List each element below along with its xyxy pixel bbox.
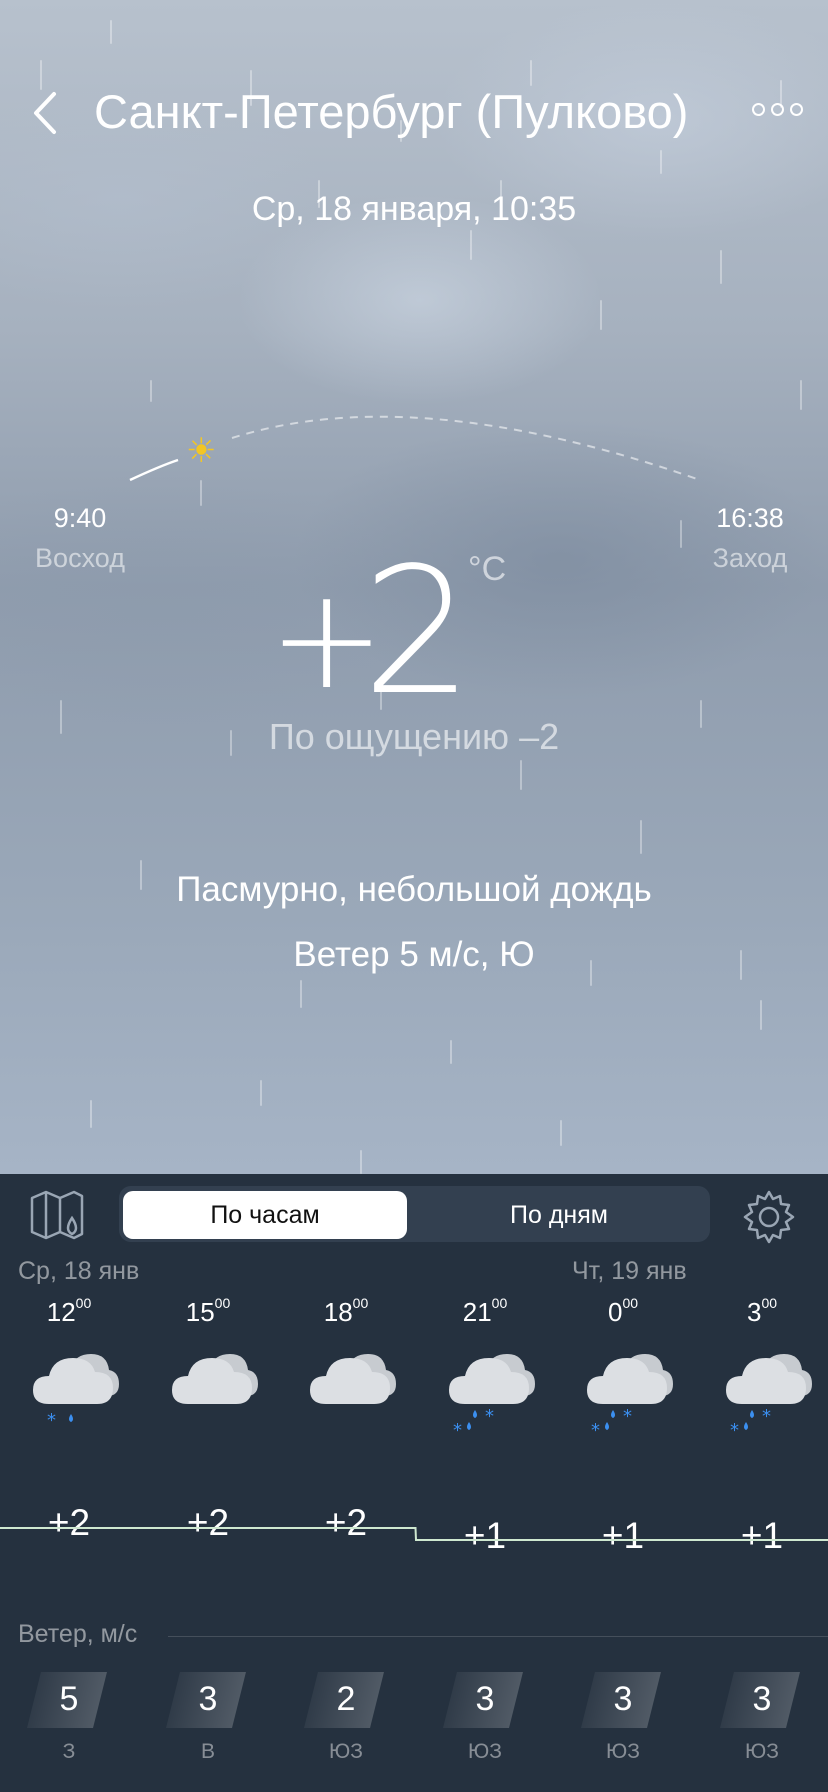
svg-text:*: * <box>623 1406 632 1427</box>
minute-value: 00 <box>352 1295 369 1311</box>
temperature-forecast: +2 <box>186 1502 230 1543</box>
wind-section-title: Ветер, м/с <box>18 1620 138 1648</box>
sunset-label: Заход <box>712 543 788 573</box>
wind-speed-cell: 3 <box>416 1672 554 1728</box>
wind-speed: 3 <box>752 1680 772 1718</box>
wind-speed-cell: 3 <box>554 1672 692 1728</box>
current-date: Ср, 18 января, 10:35 <box>251 190 577 228</box>
wind-direction: ЮЗ <box>468 1740 502 1763</box>
hour-label: 000 <box>554 1295 692 1328</box>
back-icon[interactable] <box>26 88 66 138</box>
minute-value: 00 <box>622 1295 639 1311</box>
minute-value: 00 <box>214 1295 231 1311</box>
cloud-sleet-icon: * * <box>693 1338 828 1438</box>
temperature-forecast: +1 <box>740 1515 784 1556</box>
sun-icon: ☀ <box>186 432 217 470</box>
sunset-time: 16:38 <box>716 503 784 533</box>
wind-direction: ЮЗ <box>745 1740 779 1763</box>
svg-text:*: * <box>762 1406 771 1427</box>
hour-label: 1800 <box>277 1295 415 1328</box>
gear-icon[interactable] <box>740 1188 798 1246</box>
temperature-forecast: +2 <box>47 1502 91 1543</box>
temperature-unit: °C <box>468 550 507 588</box>
wind-speed-cell: 2 <box>277 1672 415 1728</box>
wind-speed-cell: 3 <box>693 1672 828 1728</box>
map-icon[interactable] <box>28 1188 88 1244</box>
minute-value: 00 <box>75 1295 92 1311</box>
wind-speed-cell: 3 <box>139 1672 277 1728</box>
temperature-value: 2 <box>362 531 474 734</box>
wind-speed: 5 <box>59 1680 79 1718</box>
hour-value: 21 <box>462 1297 492 1327</box>
temperature-forecast: +2 <box>324 1502 368 1543</box>
cloud-icon <box>139 1338 277 1438</box>
hour-label: 2100 <box>416 1295 554 1328</box>
cloud-sleet-icon: * * <box>416 1338 554 1438</box>
svg-text:*: * <box>47 1410 56 1431</box>
wind-direction: В <box>200 1740 215 1763</box>
minute-value: 00 <box>761 1295 778 1311</box>
wind-speed: 3 <box>198 1680 218 1718</box>
hour-value: 18 <box>323 1297 353 1327</box>
divider <box>168 1636 828 1637</box>
current-wind: Ветер 5 м/с, Ю <box>293 935 535 974</box>
weather-condition: Пасмурно, небольшой дождь <box>176 870 652 909</box>
cloud-sleet-icon: * * <box>554 1338 692 1438</box>
wind-direction: ЮЗ <box>329 1740 363 1763</box>
cloud-rain-snow-icon: * <box>0 1338 138 1438</box>
wind-speed: 2 <box>336 1680 356 1718</box>
day-label-wed: Ср, 18 янв <box>18 1257 140 1285</box>
wind-speed-cell: 5 <box>0 1672 138 1728</box>
hour-value: 3 <box>746 1297 762 1327</box>
hour-label: 300 <box>693 1295 828 1328</box>
sunrise-label: Восход <box>35 543 125 573</box>
more-options-icon[interactable] <box>752 103 818 121</box>
location-title: Санкт-Петербург (Пулково) <box>94 85 689 138</box>
sunrise-time: 9:40 <box>53 503 107 533</box>
svg-text:*: * <box>485 1406 494 1427</box>
tab-hourly[interactable]: По часам <box>123 1191 407 1239</box>
svg-text:*: * <box>453 1420 462 1438</box>
tab-daily[interactable]: По дням <box>410 1191 708 1239</box>
svg-text:*: * <box>591 1420 600 1438</box>
hour-label: 1500 <box>139 1295 277 1328</box>
feels-like: По ощущению –2 <box>268 716 560 757</box>
minute-value: 00 <box>491 1295 508 1311</box>
temperature-forecast: +1 <box>463 1515 507 1556</box>
day-label-thu: Чт, 19 янв <box>572 1257 687 1285</box>
cloud-icon <box>277 1338 415 1438</box>
wind-direction: З <box>62 1740 76 1763</box>
wind-speed: 3 <box>613 1680 633 1718</box>
hour-value: 12 <box>46 1297 76 1327</box>
temperature-forecast: +1 <box>601 1515 645 1556</box>
hour-value: 0 <box>607 1297 623 1327</box>
hour-value: 15 <box>185 1297 215 1327</box>
hour-label: 1200 <box>0 1295 138 1328</box>
svg-text:*: * <box>730 1420 739 1438</box>
wind-speed: 3 <box>475 1680 495 1718</box>
wind-direction: ЮЗ <box>606 1740 640 1763</box>
